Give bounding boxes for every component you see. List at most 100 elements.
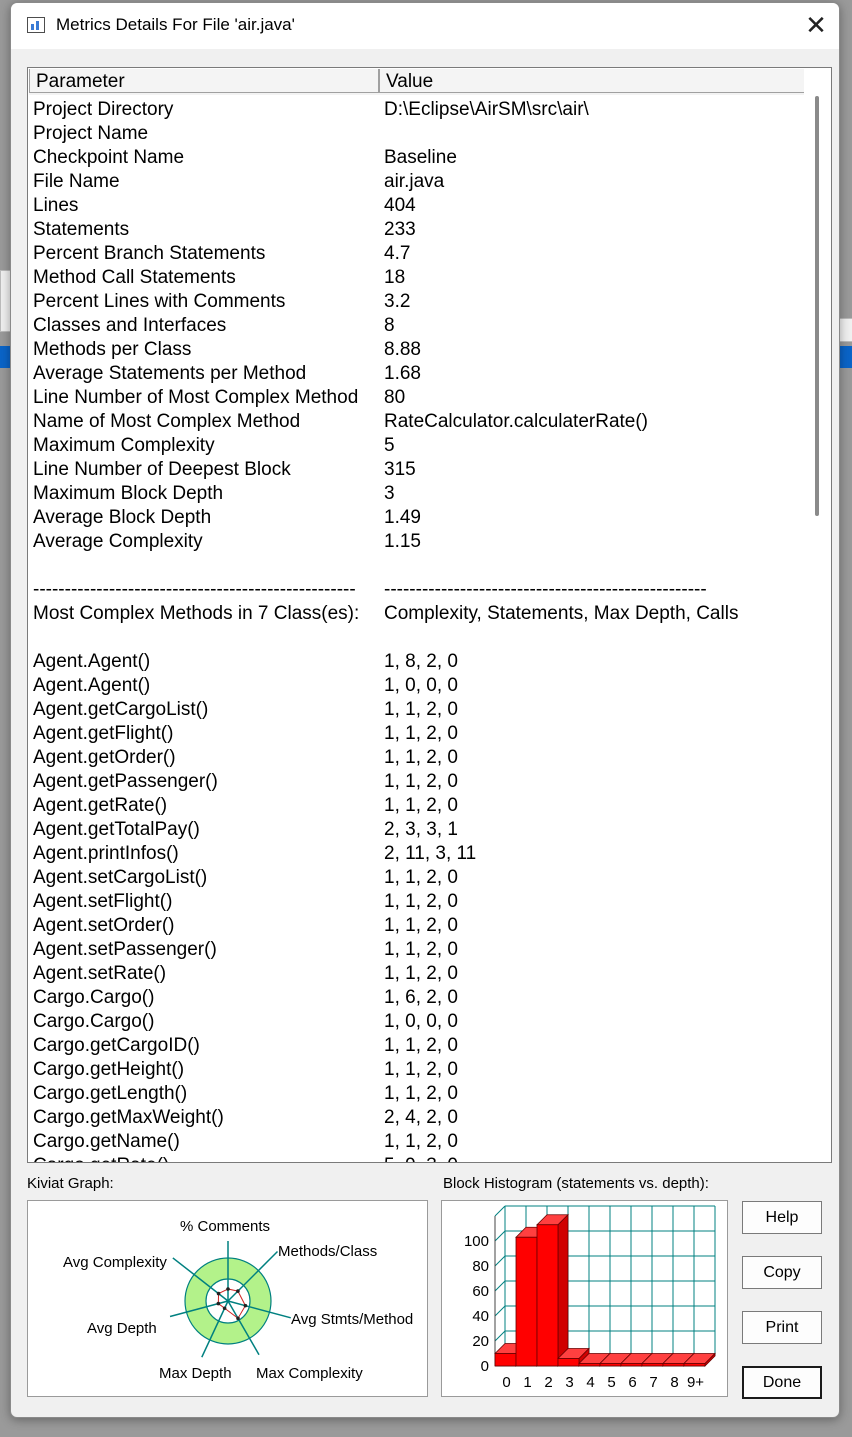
value-cell: 1.68 bbox=[384, 363, 421, 384]
list-item[interactable] bbox=[33, 626, 803, 650]
value-cell: 3.2 bbox=[384, 291, 411, 312]
list-item[interactable]: Average Block Depth 1.49 bbox=[33, 506, 803, 530]
list-item[interactable]: Cargo.getMaxWeight() 2, 4, 2, 0 bbox=[33, 1106, 803, 1130]
list-item[interactable]: Name of Most Complex Method RateCalculato… bbox=[33, 410, 803, 434]
list-item[interactable]: Agent.setPassenger() 1, 1, 2, 0 bbox=[33, 938, 803, 962]
histogram-x-tick-label: 2 bbox=[544, 1374, 552, 1391]
list-item[interactable]: Agent.getFlight() 1, 1, 2, 0 bbox=[33, 722, 803, 746]
list-item[interactable]: Agent.getTotalPay() 2, 3, 3, 1 bbox=[33, 818, 803, 842]
background-window-fragment-right bbox=[838, 318, 852, 342]
value-cell: D:\Eclipse\AirSM\src\air\ bbox=[384, 99, 589, 120]
list-item[interactable]: ----------------------------------------… bbox=[33, 578, 803, 602]
list-item[interactable]: Most Complex Methods in 7 Class(es): Comp… bbox=[33, 602, 803, 626]
parameter-cell: Project Name bbox=[33, 123, 149, 144]
list-item[interactable]: Average Statements per Method 1.68 bbox=[33, 362, 803, 386]
list-item[interactable]: Agent.setRate() 1, 1, 2, 0 bbox=[33, 962, 803, 986]
list-item[interactable]: Statements 233 bbox=[33, 218, 803, 242]
parameter-cell: Maximum Block Depth bbox=[33, 483, 224, 504]
list-item[interactable]: Agent.Agent() 1, 0, 0, 0 bbox=[33, 674, 803, 698]
close-icon[interactable]: ✕ bbox=[793, 3, 839, 49]
print-button[interactable]: Print bbox=[742, 1311, 822, 1344]
parameter-cell: Average Complexity bbox=[33, 531, 203, 552]
parameter-cell: Cargo.getName() bbox=[33, 1131, 180, 1152]
list-item[interactable]: Agent.Agent() 1, 8, 2, 0 bbox=[33, 650, 803, 674]
value-cell: 1, 1, 2, 0 bbox=[384, 1131, 458, 1152]
parameter-cell: Agent.setRate() bbox=[33, 963, 167, 984]
list-item[interactable]: Maximum Complexity 5 bbox=[33, 434, 803, 458]
list-item[interactable]: Maximum Block Depth 3 bbox=[33, 482, 803, 506]
title-bar[interactable]: Metrics Details For File 'air.java' ✕ bbox=[11, 3, 839, 49]
value-cell: 2, 3, 3, 1 bbox=[384, 819, 458, 840]
histogram-gridline-side bbox=[494, 1280, 506, 1292]
metrics-details-dialog: Metrics Details For File 'air.java' ✕ Pa… bbox=[10, 2, 840, 1418]
list-item[interactable]: Cargo.getName() 1, 1, 2, 0 bbox=[33, 1130, 803, 1154]
column-header-value[interactable]: Value bbox=[379, 69, 807, 93]
list-item[interactable] bbox=[33, 554, 803, 578]
histogram-x-tick-label: 3 bbox=[565, 1374, 573, 1391]
parameter-cell: Agent.Agent() bbox=[33, 675, 151, 696]
list-item[interactable]: Method Call Statements 18 bbox=[33, 266, 803, 290]
parameter-cell: Agent.getPassenger() bbox=[33, 771, 218, 792]
list-item[interactable]: Agent.setCargoList() 1, 1, 2, 0 bbox=[33, 866, 803, 890]
list-header: Parameter Value bbox=[29, 69, 807, 95]
value-cell: 1, 1, 2, 0 bbox=[384, 1083, 458, 1104]
list-item[interactable]: Agent.getCargoList() 1, 1, 2, 0 bbox=[33, 698, 803, 722]
histogram-y-tick-label: 80 bbox=[472, 1258, 489, 1275]
histogram-y-tick-label: 40 bbox=[472, 1308, 489, 1325]
parameter-cell: Most Complex Methods in 7 Class(es): bbox=[33, 603, 360, 624]
list-item[interactable]: Project Name bbox=[33, 122, 803, 146]
parameter-cell: Methods per Class bbox=[33, 339, 192, 360]
list-item[interactable]: Cargo.Cargo() 1, 6, 2, 0 bbox=[33, 986, 803, 1010]
kiviat-value-point bbox=[226, 1287, 230, 1291]
list-item[interactable]: Line Number of Deepest Block 315 bbox=[33, 458, 803, 482]
list-item[interactable]: Cargo.getLength() 1, 1, 2, 0 bbox=[33, 1082, 803, 1106]
help-button[interactable]: Help bbox=[742, 1201, 822, 1234]
metrics-list[interactable]: Parameter Value Project Directory D:\Ecli… bbox=[27, 67, 832, 1163]
list-item[interactable]: Classes and Interfaces 8 bbox=[33, 314, 803, 338]
done-button[interactable]: Done bbox=[742, 1366, 822, 1399]
scrollbar-thumb[interactable] bbox=[815, 96, 819, 516]
list-item[interactable]: Project Directory D:\Eclipse\AirSM\src\ai… bbox=[33, 98, 803, 122]
list-item[interactable]: Average Complexity 1.15 bbox=[33, 530, 803, 554]
block-histogram-svg: 0204060801000 1 2 3 4 5 6 7 8 9+ bbox=[464, 1205, 716, 1391]
value-cell: 2, 4, 2, 0 bbox=[384, 1107, 458, 1128]
list-item[interactable]: Percent Lines with Comments 3.2 bbox=[33, 290, 803, 314]
list-item[interactable]: Methods per Class 8.88 bbox=[33, 338, 803, 362]
value-cell: 233 bbox=[384, 219, 416, 240]
list-item[interactable]: Agent.getPassenger() 1, 1, 2, 0 bbox=[33, 770, 803, 794]
list-item[interactable]: Cargo.Cargo() 1, 0, 0, 0 bbox=[33, 1010, 803, 1034]
histogram-gridline-side bbox=[494, 1205, 506, 1217]
column-header-parameter[interactable]: Parameter bbox=[29, 69, 379, 93]
list-item[interactable]: Agent.getRate() 1, 1, 2, 0 bbox=[33, 794, 803, 818]
parameter-cell: Statements bbox=[33, 219, 130, 240]
window-title: Metrics Details For File 'air.java' bbox=[56, 15, 295, 34]
value-cell: Complexity, Statements, Max Depth, Calls bbox=[384, 603, 739, 624]
parameter-cell: Agent.setPassenger() bbox=[33, 939, 217, 960]
list-item[interactable]: Lines 404 bbox=[33, 194, 803, 218]
list-item[interactable]: File Name air.java bbox=[33, 170, 803, 194]
kiviat-axis-label: % Comments bbox=[180, 1218, 270, 1235]
list-item[interactable]: Percent Branch Statements 4.7 bbox=[33, 242, 803, 266]
vertical-scrollbar[interactable] bbox=[804, 68, 831, 1162]
kiviat-graph: % Comments Methods/Class Avg Stmts/Method M… bbox=[27, 1200, 428, 1397]
histogram-gridline-side bbox=[494, 1330, 506, 1342]
value-cell: 1, 1, 2, 0 bbox=[384, 891, 458, 912]
block-histogram-label: Block Histogram (statements vs. depth): bbox=[443, 1175, 709, 1192]
list-item[interactable]: Agent.setOrder() 1, 1, 2, 0 bbox=[33, 914, 803, 938]
list-item[interactable]: Agent.setFlight() 1, 1, 2, 0 bbox=[33, 890, 803, 914]
value-cell: 4.7 bbox=[384, 243, 411, 264]
list-item[interactable]: Checkpoint Name Baseline bbox=[33, 146, 803, 170]
list-item[interactable]: Cargo.getHeight() 1, 1, 2, 0 bbox=[33, 1058, 803, 1082]
list-item[interactable]: Agent.printInfos() 2, 11, 3, 11 bbox=[33, 842, 803, 866]
kiviat-value-point bbox=[222, 1306, 227, 1311]
list-item[interactable]: Cargo.getCargoID() 1, 1, 2, 0 bbox=[33, 1034, 803, 1058]
app-chart-icon bbox=[27, 17, 45, 33]
kiviat-axis-label: Max Complexity bbox=[256, 1365, 363, 1382]
list-item[interactable]: Line Number of Most Complex Method 80 bbox=[33, 386, 803, 410]
list-item[interactable]: Agent.getOrder() 1, 1, 2, 0 bbox=[33, 746, 803, 770]
histogram-gridline-side bbox=[494, 1255, 506, 1267]
parameter-cell: Average Block Depth bbox=[33, 507, 212, 528]
value-cell: 315 bbox=[384, 459, 416, 480]
list-item[interactable]: Cargo.getRate() 5, 9, 3, 0 bbox=[33, 1154, 803, 1162]
copy-button[interactable]: Copy bbox=[742, 1256, 822, 1289]
